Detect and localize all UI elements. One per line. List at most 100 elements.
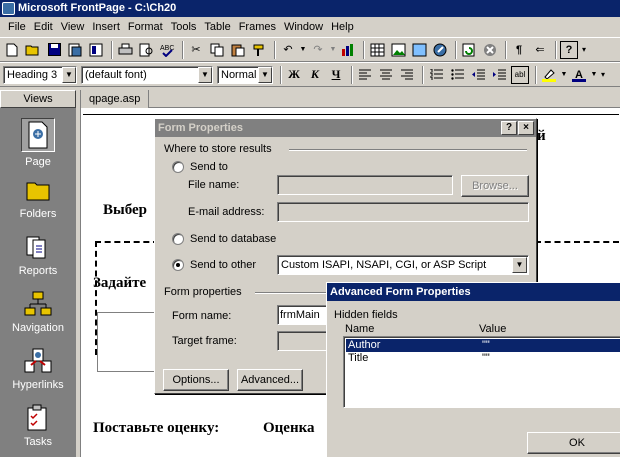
- redo-icon[interactable]: ↷: [309, 41, 327, 59]
- insert-table-icon[interactable]: [368, 41, 386, 59]
- show-all-icon[interactable]: ¶: [510, 41, 528, 59]
- list-item[interactable]: Title "": [346, 352, 620, 365]
- drawing-icon[interactable]: [410, 41, 428, 59]
- close-button[interactable]: ×: [518, 121, 534, 135]
- window-title: Microsoft FrontPage - C:\Ch20: [18, 2, 177, 14]
- menu-file[interactable]: File: [4, 21, 30, 33]
- redo-dropdown-icon[interactable]: ▼: [330, 41, 337, 59]
- list-item[interactable]: Author "": [346, 339, 620, 352]
- font-color-dropdown-icon[interactable]: ▼: [591, 66, 598, 84]
- open-icon[interactable]: [24, 41, 42, 59]
- preview-icon[interactable]: [137, 41, 155, 59]
- bold-button[interactable]: Ж: [285, 66, 303, 84]
- send-to-radio[interactable]: [172, 161, 184, 173]
- highlight-icon[interactable]: [540, 66, 558, 84]
- menu-help[interactable]: Help: [327, 21, 358, 33]
- email-field[interactable]: [277, 202, 529, 222]
- other-handler-select[interactable]: Custom ISAPI, NSAPI, CGI, or ASP Script …: [277, 255, 529, 275]
- chevron-down-icon[interactable]: ▼: [62, 66, 76, 83]
- menu-window[interactable]: Window: [280, 21, 327, 33]
- undo-dropdown-icon[interactable]: ▼: [300, 41, 307, 59]
- browse-button[interactable]: Browse...: [461, 175, 529, 197]
- hyperlink-icon[interactable]: [431, 41, 449, 59]
- menu-format[interactable]: Format: [124, 21, 167, 33]
- stop-icon[interactable]: [481, 41, 499, 59]
- save-icon[interactable]: [45, 41, 63, 59]
- underline-button[interactable]: Ч: [327, 66, 345, 84]
- view-hyperlinks[interactable]: Hyperlinks: [0, 347, 76, 391]
- send-to-other-label: Send to other: [190, 259, 257, 271]
- font-select[interactable]: (default font) ▼: [81, 65, 213, 84]
- italic-button[interactable]: К: [306, 66, 324, 84]
- numbering-icon[interactable]: [427, 66, 445, 84]
- hidden-fields-list[interactable]: Author "" Title "": [343, 336, 620, 408]
- help-icon[interactable]: ?: [560, 40, 578, 59]
- align-center-icon[interactable]: [377, 66, 395, 84]
- web-component-icon[interactable]: [339, 41, 357, 59]
- view-page[interactable]: Page: [0, 118, 76, 168]
- view-folders[interactable]: Folders: [0, 176, 76, 220]
- toolbar-more-icon[interactable]: ▾: [600, 66, 606, 84]
- undo-icon[interactable]: ↶: [279, 41, 297, 59]
- menu-edit[interactable]: Edit: [30, 21, 57, 33]
- folder-list-icon[interactable]: [87, 41, 105, 59]
- chevron-down-icon[interactable]: ▼: [198, 66, 212, 83]
- new-icon[interactable]: [3, 41, 21, 59]
- view-reports[interactable]: Reports: [0, 233, 76, 277]
- chevron-down-icon[interactable]: ▼: [258, 66, 272, 83]
- page-border: [83, 114, 619, 115]
- back-icon[interactable]: ⇐: [531, 41, 549, 59]
- document-tab[interactable]: qpage.asp: [81, 90, 150, 108]
- font-size-select[interactable]: Normal ▼: [217, 65, 273, 84]
- bullets-icon[interactable]: [448, 66, 466, 84]
- file-name-field[interactable]: [277, 175, 453, 195]
- page-icon: [21, 118, 55, 152]
- email-label: E-mail address:: [188, 206, 265, 218]
- view-tasks[interactable]: Tasks: [0, 404, 76, 448]
- align-right-icon[interactable]: [398, 66, 416, 84]
- score-text: Оценка: [263, 420, 315, 436]
- value-column-header[interactable]: Value: [479, 323, 506, 335]
- refresh-icon[interactable]: [460, 41, 478, 59]
- highlight-dropdown-icon[interactable]: ▼: [561, 66, 568, 84]
- choose-text: Выбер: [103, 202, 148, 218]
- abl-icon[interactable]: abl: [511, 65, 529, 84]
- style-select[interactable]: Heading 3 ▼: [3, 65, 77, 84]
- menu-frames[interactable]: Frames: [235, 21, 280, 33]
- print-icon[interactable]: [116, 41, 134, 59]
- menu-bar: File Edit View Insert Format Tools Table…: [0, 17, 620, 37]
- options-button[interactable]: Options...: [163, 369, 229, 391]
- ok-button[interactable]: OK: [527, 432, 620, 454]
- format-painter-icon[interactable]: [250, 41, 268, 59]
- view-label: Page: [25, 156, 51, 168]
- insert-picture-icon[interactable]: [389, 41, 407, 59]
- menu-insert[interactable]: Insert: [88, 21, 124, 33]
- chevron-down-icon[interactable]: ▼: [512, 257, 527, 273]
- font-color-icon[interactable]: A: [570, 66, 588, 84]
- view-navigation[interactable]: Navigation: [0, 290, 76, 334]
- copy-icon[interactable]: [208, 41, 226, 59]
- toolbar-more-icon[interactable]: ▾: [581, 41, 587, 59]
- increase-indent-icon[interactable]: [490, 66, 508, 84]
- paste-icon[interactable]: [229, 41, 247, 59]
- menu-view[interactable]: View: [57, 21, 89, 33]
- publish-icon[interactable]: [66, 41, 84, 59]
- send-to-other-radio[interactable]: [172, 259, 184, 271]
- tasks-icon: [23, 404, 53, 432]
- dialog-title-bar: Form Properties ? ×: [155, 119, 536, 137]
- cut-icon[interactable]: ✂: [187, 41, 205, 59]
- align-left-icon[interactable]: [356, 66, 374, 84]
- document-tabs: qpage.asp: [81, 90, 620, 108]
- target-frame-label: Target frame:: [172, 335, 237, 347]
- help-button[interactable]: ?: [501, 121, 517, 135]
- advanced-button[interactable]: Advanced...: [237, 369, 303, 391]
- menu-table[interactable]: Table: [200, 21, 234, 33]
- name-column-header[interactable]: Name: [345, 323, 374, 335]
- view-label: Navigation: [12, 322, 64, 334]
- send-to-database-radio[interactable]: [172, 233, 184, 245]
- spelling-icon[interactable]: ABC: [158, 41, 176, 59]
- decrease-indent-icon[interactable]: [469, 66, 487, 84]
- views-bar: Views Page Folders Reports Navigation Hy…: [0, 90, 76, 457]
- menu-tools[interactable]: Tools: [167, 21, 201, 33]
- text-area[interactable]: [97, 312, 157, 372]
